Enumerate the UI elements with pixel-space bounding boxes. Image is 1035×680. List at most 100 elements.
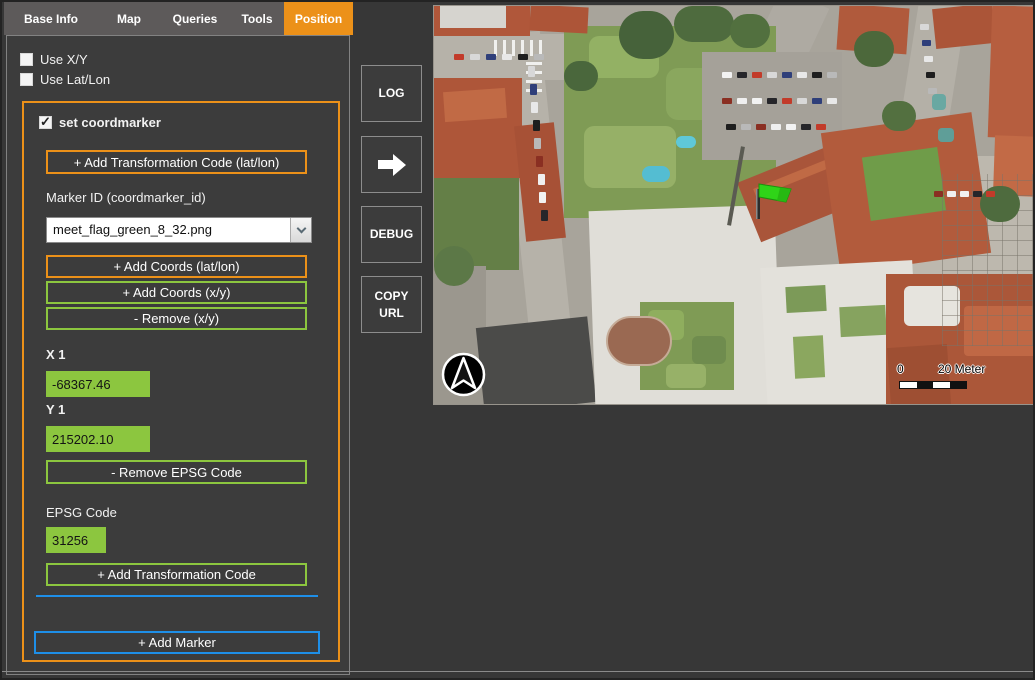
use-xy-checkbox[interactable] [20,53,33,66]
car [801,124,811,130]
map-terrain-shape [702,52,842,160]
use-xy-checkbox-row[interactable]: Use X/Y [20,52,88,67]
car [947,191,956,197]
map-terrain-shape [619,11,674,59]
car [726,124,736,130]
map-terrain-shape [932,94,946,110]
car [797,98,807,104]
tab-queries[interactable]: Queries [160,2,230,35]
green-flag-marker-icon [751,181,797,221]
x1-input[interactable] [46,371,150,397]
marker-id-selected-value: meet_flag_green_8_32.png [47,218,290,242]
map-terrain-shape [862,147,946,221]
car [534,138,541,149]
set-coordmarker-group: set coordmarker + Add Transformation Cod… [22,101,340,662]
car [486,54,496,60]
car [797,72,807,78]
car [827,98,837,104]
add-transformation-code-latlon-button[interactable]: + Add Transformation Code (lat/lon) [46,150,307,174]
map-terrain-shape [730,14,770,48]
map-terrain-shape [440,6,506,28]
set-coordmarker-label: set coordmarker [59,115,161,130]
car [782,98,792,104]
car [973,191,982,197]
copy-url-button[interactable]: COPY URL [361,276,422,333]
epsg-code-input[interactable] [46,527,106,553]
scale-segment [933,382,950,388]
map-terrain-shape [606,316,672,366]
add-coords-latlon-button[interactable]: + Add Coords (lat/lon) [46,255,307,278]
car [737,98,747,104]
car [924,56,933,62]
position-panel: Use X/Y Use Lat/Lon set coordmarker + Ad… [6,35,350,675]
car [816,124,826,130]
map-terrain-shape [692,336,726,364]
tab-bar: Base InfoMapQueriesToolsPosition [4,2,353,35]
tab-map[interactable]: Map [98,2,160,35]
map-terrain-shape [674,6,734,42]
remove-xy-button[interactable]: - Remove (x/y) [46,307,307,330]
add-transformation-code-button[interactable]: + Add Transformation Code [46,563,307,586]
epsg-code-label: EPSG Code [46,505,117,520]
car [454,54,464,60]
map-terrain-shape [642,166,670,182]
car [771,124,781,130]
car [518,54,528,60]
car [536,156,543,167]
car [782,72,792,78]
map-terrain-shape [932,5,996,49]
marker-id-dropdown-button[interactable] [290,218,311,242]
marker-id-dropdown[interactable]: meet_flag_green_8_32.png [46,217,312,243]
remove-epsg-code-button[interactable]: - Remove EPSG Code [46,460,307,484]
tab-base-info[interactable]: Base Info [4,2,98,35]
car [922,40,931,46]
map-terrain-shape [476,316,596,405]
chevron-down-icon [296,223,306,233]
car [722,98,732,104]
car [827,72,837,78]
car [502,54,512,60]
car [960,191,969,197]
car [530,84,537,95]
car [528,66,535,77]
car [737,72,747,78]
scale-segment [917,382,934,388]
marker-id-label: Marker ID (coordmarker_id) [46,190,206,205]
add-marker-button[interactable]: + Add Marker [34,631,320,654]
car [741,124,751,130]
use-latlon-checkbox-row[interactable]: Use Lat/Lon [20,72,110,87]
car [752,72,762,78]
car [812,72,822,78]
debug-button[interactable]: DEBUG [361,206,422,263]
car [767,72,777,78]
car [928,88,937,94]
car [541,210,548,221]
car [722,72,732,78]
window-bottom-separator [2,671,1033,672]
map-viewport[interactable]: 0 20 Meter [433,5,1034,405]
map-terrain-shape [434,246,474,286]
y1-input[interactable] [46,426,150,452]
map-terrain-shape [793,335,825,379]
map-terrain-shape [854,31,894,67]
set-coordmarker-checkbox-row[interactable]: set coordmarker [39,115,161,130]
car [756,124,766,130]
use-latlon-label: Use Lat/Lon [40,72,110,87]
map-terrain-shape [529,5,588,33]
right-arrow-icon [378,154,406,176]
add-coords-xy-button[interactable]: + Add Coords (x/y) [46,281,307,304]
car [786,124,796,130]
use-xy-label: Use X/Y [40,52,88,67]
x1-label: X 1 [46,347,66,362]
car [934,191,943,197]
log-button[interactable]: LOG [361,65,422,122]
tab-position[interactable]: Position [284,2,353,35]
scale-zero-label: 0 [897,362,904,376]
forward-button[interactable] [361,136,422,193]
car [920,24,929,30]
set-coordmarker-checkbox[interactable] [39,116,52,129]
car [812,98,822,104]
tab-tools[interactable]: Tools [230,2,284,35]
use-latlon-checkbox[interactable] [20,73,33,86]
scale-segment [900,382,917,388]
